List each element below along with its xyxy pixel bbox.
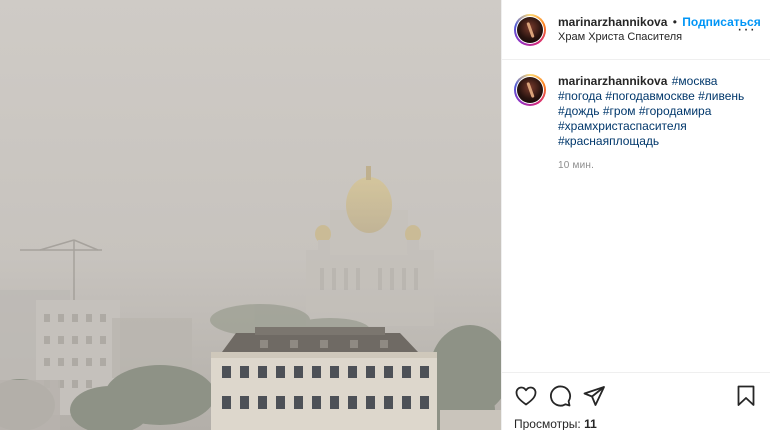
hashtag-link[interactable]: #дождь — [558, 104, 600, 118]
avatar-photo — [517, 16, 543, 43]
author-username[interactable]: marinarzhannikova — [558, 15, 667, 29]
post-caption: marinarzhannikova #москва #погода #погод… — [502, 60, 770, 149]
caption-username[interactable]: marinarzhannikova — [558, 74, 667, 88]
avatar-photo — [517, 77, 543, 103]
post-media-video[interactable] — [0, 0, 501, 430]
heart-icon[interactable] — [514, 384, 538, 408]
hashtag-link[interactable]: #погода — [558, 89, 602, 103]
views-count[interactable]: Просмотры: 11 — [514, 417, 758, 430]
post-side-panel: marinarzhannikova • Подписаться Храм Хри… — [501, 0, 770, 430]
post-actions: Просмотры: 11 — [502, 372, 770, 430]
hashtag-link[interactable]: #москва — [672, 74, 718, 88]
bookmark-icon[interactable] — [734, 384, 758, 408]
hashtag-link[interactable]: #краснаяплощадь — [558, 134, 659, 148]
caption-author-avatar[interactable] — [514, 74, 546, 106]
post-timestamp[interactable]: 10 мин. — [558, 160, 770, 171]
more-options-icon[interactable]: ··· — [737, 22, 756, 38]
hashtag-link[interactable]: #храмхристаспасителя — [558, 119, 687, 133]
paper-plane-icon[interactable] — [582, 384, 606, 408]
hashtag-link[interactable]: #погодавмоскве — [605, 89, 694, 103]
instagram-post: marinarzhannikova • Подписаться Храм Хри… — [0, 0, 770, 430]
post-header: marinarzhannikova • Подписаться Храм Хри… — [502, 0, 770, 60]
views-label: Просмотры: — [514, 417, 581, 430]
caption-text: marinarzhannikova #москва #погода #погод… — [558, 74, 758, 149]
views-number: 11 — [584, 417, 597, 430]
hashtag-link[interactable]: #ливень — [698, 89, 744, 103]
post-location[interactable]: Храм Христа Спасителя — [558, 30, 761, 44]
foggy-cityscape-image — [0, 0, 501, 430]
hashtag-link[interactable]: #городамира — [639, 104, 712, 118]
comment-icon[interactable] — [548, 384, 572, 408]
author-avatar[interactable] — [514, 13, 546, 46]
hashtag-link[interactable]: #гром — [603, 104, 636, 118]
separator-dot: • — [672, 14, 677, 29]
